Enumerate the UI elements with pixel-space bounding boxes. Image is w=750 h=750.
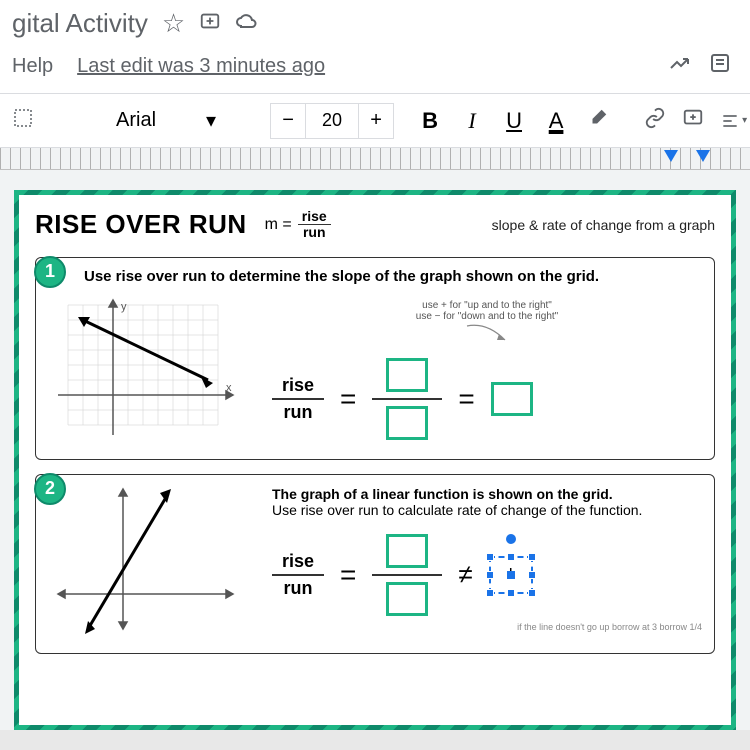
problem-1: 1 Use rise over run to determine the slo…	[35, 257, 715, 460]
rise-input-box[interactable]	[386, 358, 428, 392]
worksheet-slide: RISE OVER RUN m = rise run slope & rate …	[14, 190, 736, 730]
document-canvas[interactable]: RISE OVER RUN m = rise run slope & rate …	[0, 170, 750, 730]
indent-marker-2[interactable]	[696, 150, 710, 162]
align-icon[interactable]: ▾	[720, 111, 747, 131]
resize-handle[interactable]	[486, 589, 494, 597]
font-size-increase[interactable]: +	[358, 103, 394, 139]
rotate-handle[interactable]	[506, 534, 516, 544]
link-icon[interactable]	[644, 107, 666, 135]
problem-2-footer: if the line doesn't go up borrow at 3 bo…	[272, 622, 702, 632]
not-equal-sign: ≠	[458, 559, 472, 590]
problem-2-right: The graph of a linear function is shown …	[272, 486, 702, 632]
resize-handle[interactable]	[486, 553, 494, 561]
add-comment-icon[interactable]	[682, 107, 704, 135]
problem-1-graph: y x	[48, 295, 248, 445]
trend-icon[interactable]	[668, 51, 692, 81]
text-format-group: B I U A	[416, 107, 612, 135]
font-size-stepper: − 20 +	[270, 103, 394, 139]
star-icon[interactable]: ☆	[162, 8, 185, 39]
problem-1-badge: 1	[34, 256, 66, 288]
problem-1-text: Use rise over run to determine the slope…	[84, 268, 702, 285]
font-size-decrease[interactable]: −	[270, 103, 306, 139]
dotted-border-icon[interactable]	[12, 107, 34, 134]
highlight-icon[interactable]	[584, 107, 612, 135]
problem-2-equation: rise run = ≠ I	[272, 534, 702, 616]
cloud-icon[interactable]	[235, 8, 259, 39]
problem-1-equation: rise run = =	[272, 358, 702, 440]
resize-handle[interactable]	[507, 553, 515, 561]
slope-result-box[interactable]	[491, 382, 533, 416]
svg-text:x: x	[226, 382, 232, 394]
resize-handle[interactable]	[507, 589, 515, 597]
menu-help[interactable]: Help	[12, 55, 53, 78]
doc-title[interactable]: gital Activity	[12, 8, 148, 39]
italic-button[interactable]: I	[458, 108, 486, 134]
resize-handle[interactable]	[528, 553, 536, 561]
font-size-value[interactable]: 20	[306, 103, 358, 139]
font-family-label: Arial	[116, 109, 156, 132]
menubar: Help Last edit was 3 minutes ago	[0, 47, 750, 94]
problem-2: 2	[35, 474, 715, 654]
ruler[interactable]	[0, 148, 750, 170]
problem-2-text1: The graph of a linear function is shown …	[272, 486, 702, 502]
comment-panel-icon[interactable]	[708, 51, 732, 81]
worksheet-subtitle: slope & rate of change from a graph	[492, 217, 715, 233]
worksheet-header: RISE OVER RUN m = rise run slope & rate …	[35, 209, 715, 249]
font-family-select[interactable]: Arial ▾	[106, 102, 226, 139]
resize-handle[interactable]	[528, 571, 536, 579]
run-input-box-2[interactable]	[386, 582, 428, 616]
problem-1-hint: use + for "up and to the right" use − fo…	[272, 300, 702, 346]
last-edit-link[interactable]: Last edit was 3 minutes ago	[77, 55, 325, 78]
underline-button[interactable]: U	[500, 108, 528, 134]
move-icon[interactable]	[199, 8, 221, 39]
indent-marker[interactable]	[664, 150, 678, 162]
problem-1-equation-area: use + for "up and to the right" use − fo…	[272, 300, 702, 440]
insert-group: ▾	[644, 107, 750, 135]
slope-formula: m = rise run	[265, 209, 331, 241]
chevron-down-icon: ▾	[206, 108, 216, 133]
problem-2-text2: Use rise over run to calculate rate of c…	[272, 502, 702, 518]
worksheet-title: RISE OVER RUN	[35, 209, 247, 240]
text-color-button[interactable]: A	[542, 108, 570, 134]
run-input-box[interactable]	[386, 406, 428, 440]
resize-handle[interactable]	[486, 571, 494, 579]
toolbar: Arial ▾ − 20 + B I U A ▾	[0, 94, 750, 148]
bold-button[interactable]: B	[416, 108, 444, 134]
resize-handle[interactable]	[528, 589, 536, 597]
svg-text:y: y	[121, 301, 127, 313]
rise-input-box-2[interactable]	[386, 534, 428, 568]
problem-2-graph	[48, 479, 248, 639]
titlebar: gital Activity ☆	[0, 0, 750, 47]
selected-answer-box[interactable]: I	[489, 556, 533, 594]
